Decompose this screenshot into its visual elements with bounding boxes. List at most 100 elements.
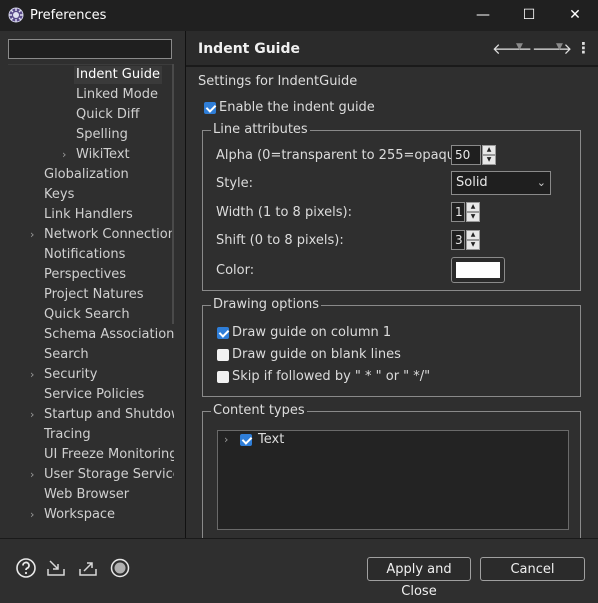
color-picker-button[interactable] — [451, 257, 505, 283]
tree-item-user-storage-service[interactable]: User Storage Service — [44, 466, 174, 484]
tree-item-service-policies[interactable]: Service Policies — [44, 386, 144, 404]
spin-down-icon[interactable]: ▼ — [466, 212, 480, 222]
tree-item-workspace[interactable]: Workspace — [44, 506, 115, 524]
spin-down-icon[interactable]: ▼ — [482, 155, 496, 165]
group-title: Content types — [211, 403, 307, 419]
tree-item-label: WikiText — [76, 147, 130, 162]
expand-chevron-icon[interactable]: › — [30, 506, 40, 524]
alpha-spinner[interactable]: ▲ ▼ — [482, 145, 496, 165]
expand-chevron-icon[interactable]: › — [224, 431, 234, 449]
view-menu-icon[interactable]: ⋮ — [576, 39, 591, 57]
spin-up-icon[interactable]: ▲ — [466, 230, 480, 240]
tree-item-search[interactable]: Search — [44, 346, 89, 364]
close-button[interactable]: ✕ — [552, 0, 598, 31]
tree-item-label: Notifications — [44, 247, 126, 262]
window-title: Preferences — [30, 8, 107, 23]
back-arrow-icon[interactable]: 🡐 — [492, 39, 532, 58]
draw-blank-lines-label[interactable]: Draw guide on blank lines — [232, 347, 401, 362]
tree-item-wikitext[interactable]: WikiText — [76, 146, 130, 164]
tree-item-quick-diff[interactable]: Quick Diff — [76, 106, 139, 124]
line-attributes-group: Line attributes Alpha (0=transparent to … — [202, 122, 581, 291]
draw-column-1-label[interactable]: Draw guide on column 1 — [232, 325, 391, 340]
tree-item-label: Service Policies — [44, 387, 145, 402]
tree-item-quick-search[interactable]: Quick Search — [44, 306, 130, 324]
preferences-nav-pane: Indent Guide Linked Mode Quick Diff Spel… — [0, 31, 183, 538]
tree-item-startup-and-shutdown[interactable]: Startup and Shutdown — [44, 406, 174, 424]
style-select-value: Solid — [456, 175, 488, 190]
width-input[interactable]: 1 — [451, 202, 465, 222]
expand-chevron-icon[interactable]: › — [30, 466, 40, 484]
content-types-tree[interactable]: › Text — [217, 430, 569, 530]
preferences-tree[interactable]: Indent Guide Linked Mode Quick Diff Spel… — [8, 64, 174, 537]
tree-item-tracing[interactable]: Tracing — [44, 426, 91, 444]
spin-up-icon[interactable]: ▲ — [466, 202, 480, 212]
content-type-text-checkbox[interactable] — [240, 434, 252, 446]
spin-down-icon[interactable]: ▼ — [466, 240, 480, 250]
expand-chevron-icon[interactable]: › — [62, 146, 72, 164]
width-label: Width (1 to 8 pixels): — [216, 205, 352, 220]
tree-item-keys[interactable]: Keys — [44, 186, 74, 204]
tree-item-label: Project Natures — [44, 287, 144, 302]
tree-item-ui-freeze-monitoring[interactable]: UI Freeze Monitoring — [44, 446, 174, 464]
tree-item-label: Startup and Shutdown — [44, 407, 174, 422]
preferences-app-icon — [8, 7, 24, 23]
content-type-text-label[interactable]: Text — [258, 432, 284, 447]
shift-spinner[interactable]: ▲ ▼ — [466, 230, 480, 250]
tree-item-project-natures[interactable]: Project Natures — [44, 286, 143, 304]
tree-item-label: UI Freeze Monitoring — [44, 447, 174, 462]
page-title: Indent Guide — [198, 41, 300, 57]
group-title: Line attributes — [211, 122, 310, 138]
draw-column-1-checkbox[interactable] — [217, 327, 229, 339]
tree-item-notifications[interactable]: Notifications — [44, 246, 125, 264]
expand-chevron-icon[interactable]: › — [30, 366, 40, 384]
content-types-group: Content types › Text — [202, 403, 581, 541]
tree-item-label: Spelling — [76, 127, 128, 142]
tree-item-label: Indent Guide — [76, 67, 160, 82]
preference-page: Indent Guide 🡐 ▼ 🡒 ▼ ⋮ Settings for Inde… — [186, 31, 598, 541]
group-title: Drawing options — [211, 297, 322, 313]
expand-chevron-icon[interactable]: › — [30, 226, 40, 244]
back-history-caret-icon[interactable]: ▼ — [516, 42, 523, 52]
tree-item-globalization[interactable]: Globalization — [44, 166, 129, 184]
maximize-button[interactable]: ☐ — [506, 0, 552, 31]
cancel-button[interactable]: Cancel — [480, 557, 585, 581]
tree-item-network-connections[interactable]: Network Connections — [44, 226, 174, 244]
tree-item-label: Workspace — [44, 507, 116, 522]
skip-comment-checkbox[interactable] — [217, 371, 229, 383]
draw-blank-lines-checkbox[interactable] — [217, 349, 229, 361]
help-icon[interactable] — [16, 558, 36, 578]
tree-item-perspectives[interactable]: Perspectives — [44, 266, 126, 284]
expand-chevron-icon[interactable]: › — [30, 406, 40, 424]
alpha-input[interactable]: 50 — [451, 145, 481, 165]
tree-item-schema-associations[interactable]: Schema Associations — [44, 326, 174, 344]
tree-item-linked-mode[interactable]: Linked Mode — [76, 86, 158, 104]
tree-item-label: Keys — [44, 187, 75, 202]
tree-scrollbar[interactable] — [172, 64, 174, 324]
tree-item-spelling[interactable]: Spelling — [76, 126, 128, 144]
settings-description: Settings for IndentGuide — [198, 74, 358, 89]
tree-item-label: Search — [44, 347, 89, 362]
import-icon[interactable] — [46, 558, 66, 578]
tree-item-security[interactable]: Security — [44, 366, 97, 384]
enable-indent-guide-checkbox[interactable] — [204, 102, 216, 114]
apply-and-close-button[interactable]: Apply and Close — [367, 557, 471, 599]
tree-item-label: Link Handlers — [44, 207, 133, 222]
tree-item-indent-guide[interactable]: Indent Guide — [74, 66, 162, 84]
alpha-label: Alpha (0=transparent to 255=opaque): — [216, 148, 473, 163]
enable-indent-guide-label[interactable]: Enable the indent guide — [219, 100, 375, 115]
forward-history-caret-icon[interactable]: ▼ — [556, 42, 563, 52]
oomph-record-icon[interactable] — [110, 558, 130, 578]
tree-item-label: User Storage Service — [44, 467, 174, 482]
filter-input[interactable] — [8, 39, 172, 59]
tree-item-web-browser[interactable]: Web Browser — [44, 486, 129, 504]
spin-up-icon[interactable]: ▲ — [482, 145, 496, 155]
skip-comment-label[interactable]: Skip if followed by " * " or " */" — [232, 369, 430, 384]
style-select[interactable]: Solid ⌄ — [451, 171, 551, 195]
export-icon[interactable] — [78, 558, 98, 578]
width-spinner[interactable]: ▲ ▼ — [466, 202, 480, 222]
shift-input[interactable]: 3 — [451, 230, 465, 250]
forward-arrow-icon[interactable]: 🡒 — [532, 39, 572, 58]
minimize-button[interactable]: — — [460, 0, 506, 31]
tree-item-link-handlers[interactable]: Link Handlers — [44, 206, 133, 224]
tree-item-label: Network Connections — [44, 227, 174, 242]
